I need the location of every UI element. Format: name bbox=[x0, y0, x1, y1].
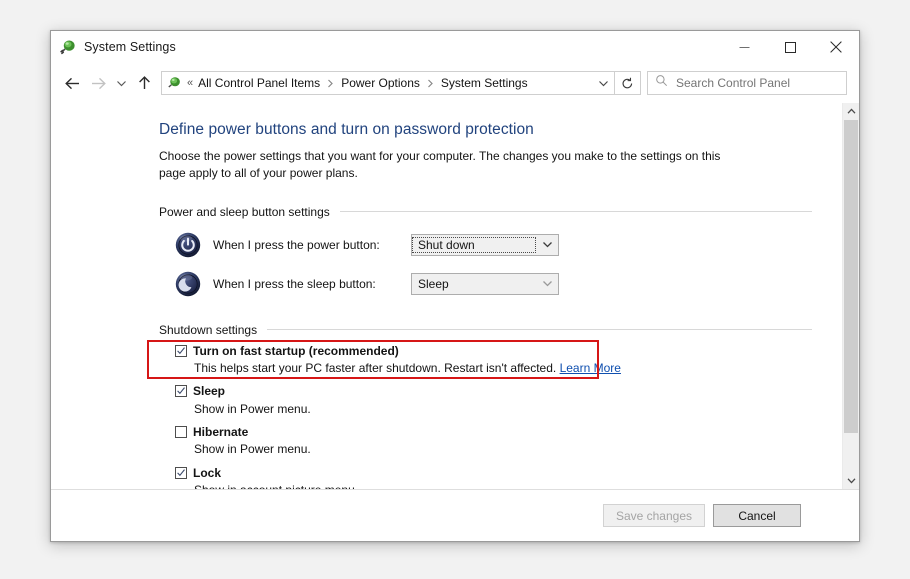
sleep-button-icon bbox=[175, 271, 201, 297]
sleep-button-action-value: Sleep bbox=[418, 276, 449, 291]
power-button-action-select[interactable]: Shut down bbox=[411, 233, 559, 256]
power-button-setting-label: When I press the power button: bbox=[213, 237, 380, 252]
checkbox-fast-startup[interactable] bbox=[175, 344, 187, 357]
checkbox-lock[interactable] bbox=[175, 466, 187, 479]
power-button-setting-row: When I press the power button: Shut down bbox=[159, 232, 812, 258]
forward-arrow-icon bbox=[85, 70, 111, 96]
content-area: Define power buttons and turn on passwor… bbox=[51, 103, 859, 489]
power-button-action-value: Shut down bbox=[412, 236, 536, 253]
checkbox-label-sleep: Sleep bbox=[193, 384, 226, 399]
refresh-icon[interactable] bbox=[615, 71, 641, 95]
dialog-footer: Save changes Cancel bbox=[51, 489, 859, 541]
checkbox-item-sleep: Sleep Show in Power menu. bbox=[159, 383, 812, 418]
learn-more-link[interactable]: Learn More bbox=[560, 361, 621, 375]
page-title: Define power buttons and turn on passwor… bbox=[159, 121, 534, 138]
breadcrumb-item-power-options[interactable]: Power Options bbox=[341, 76, 420, 90]
checkbox-label-hibernate: Hibernate bbox=[193, 424, 249, 439]
window-controls bbox=[721, 31, 859, 63]
checkbox-label-lock: Lock bbox=[193, 465, 222, 480]
title-bar: System Settings bbox=[51, 31, 859, 63]
maximize-icon[interactable] bbox=[767, 31, 813, 63]
shutdown-settings-section: Shutdown settings Turn on fast startup (… bbox=[159, 323, 812, 489]
power-button-icon bbox=[175, 232, 201, 258]
cancel-button[interactable]: Cancel bbox=[713, 504, 801, 527]
settings-content: Define power buttons and turn on passwor… bbox=[51, 103, 842, 489]
sleep-button-action-select[interactable]: Sleep bbox=[411, 272, 559, 295]
system-settings-window: System Settings « All Control Panel Item… bbox=[50, 30, 860, 542]
breadcrumb-item-system-settings[interactable]: System Settings bbox=[441, 76, 528, 90]
minimize-icon[interactable] bbox=[721, 31, 767, 63]
scrollbar-track[interactable] bbox=[843, 120, 859, 472]
shutdown-section-label: Shutdown settings bbox=[159, 322, 258, 337]
chevron-right-icon[interactable] bbox=[427, 79, 434, 88]
checkbox-row[interactable]: Hibernate bbox=[175, 424, 812, 440]
close-icon[interactable] bbox=[813, 31, 859, 63]
power-sleep-section-header: Power and sleep button settings bbox=[159, 205, 812, 219]
checkbox-item-lock: Lock Show in account picture menu. bbox=[159, 465, 812, 489]
checkbox-description-fast-startup: This helps start your PC faster after sh… bbox=[194, 360, 812, 377]
up-arrow-icon[interactable] bbox=[131, 70, 157, 96]
settings-inner: Define power buttons and turn on passwor… bbox=[51, 121, 842, 489]
section-divider bbox=[339, 211, 812, 213]
window-title: System Settings bbox=[84, 40, 176, 54]
chevron-down-icon[interactable] bbox=[536, 240, 558, 249]
power-plug-icon bbox=[59, 38, 77, 56]
breadcrumb-item-all-control-panel-items[interactable]: All Control Panel Items bbox=[198, 76, 320, 90]
checkbox-hibernate[interactable] bbox=[175, 425, 187, 438]
checkbox-description-hibernate: Show in Power menu. bbox=[194, 442, 311, 457]
checkbox-description-sleep: Show in Power menu. bbox=[194, 401, 311, 416]
checkbox-item-hibernate: Hibernate Show in Power menu. bbox=[159, 424, 812, 459]
scroll-up-icon[interactable] bbox=[843, 103, 859, 120]
search-box[interactable] bbox=[647, 71, 847, 95]
chevron-right-icon[interactable] bbox=[327, 79, 334, 88]
page-description: Choose the power settings that you want … bbox=[159, 149, 721, 181]
checkbox-label-fast-startup: Turn on fast startup (recommended) bbox=[193, 343, 399, 358]
checkbox-row[interactable]: Turn on fast startup (recommended) bbox=[175, 343, 812, 359]
recent-locations-chevron-icon[interactable] bbox=[111, 70, 131, 96]
search-input[interactable] bbox=[674, 75, 846, 91]
checkbox-description-lock: Show in account picture menu. bbox=[194, 482, 812, 489]
scrollbar-thumb[interactable] bbox=[844, 120, 858, 434]
address-bar[interactable]: « All Control Panel Items Power Options … bbox=[161, 71, 615, 95]
power-plug-icon bbox=[166, 75, 182, 91]
search-icon bbox=[655, 74, 668, 92]
checkbox-sleep[interactable] bbox=[175, 385, 187, 398]
shutdown-section-header: Shutdown settings bbox=[159, 323, 812, 337]
breadcrumb-overflow-icon[interactable]: « bbox=[187, 77, 193, 89]
sleep-button-setting-label: When I press the sleep button: bbox=[213, 276, 376, 291]
chevron-down-icon[interactable] bbox=[536, 279, 558, 288]
checkbox-item-fast-startup: Turn on fast startup (recommended) This … bbox=[159, 343, 812, 378]
power-sleep-section-label: Power and sleep button settings bbox=[159, 204, 330, 219]
scroll-down-icon[interactable] bbox=[843, 472, 859, 489]
fast-startup-description-text: This helps start your PC faster after sh… bbox=[194, 360, 557, 375]
chevron-down-icon[interactable] bbox=[592, 72, 614, 94]
back-arrow-icon[interactable] bbox=[59, 70, 85, 96]
checkbox-row[interactable]: Sleep bbox=[175, 383, 812, 399]
sleep-button-setting-row: When I press the sleep button: Sleep bbox=[159, 271, 812, 297]
checkbox-row[interactable]: Lock bbox=[175, 465, 812, 481]
power-sleep-section: Power and sleep button settings When I p… bbox=[159, 205, 812, 297]
save-changes-button[interactable]: Save changes bbox=[602, 504, 705, 527]
section-divider bbox=[267, 329, 812, 331]
navigation-bar: « All Control Panel Items Power Options … bbox=[51, 63, 859, 103]
vertical-scrollbar[interactable] bbox=[842, 103, 859, 489]
